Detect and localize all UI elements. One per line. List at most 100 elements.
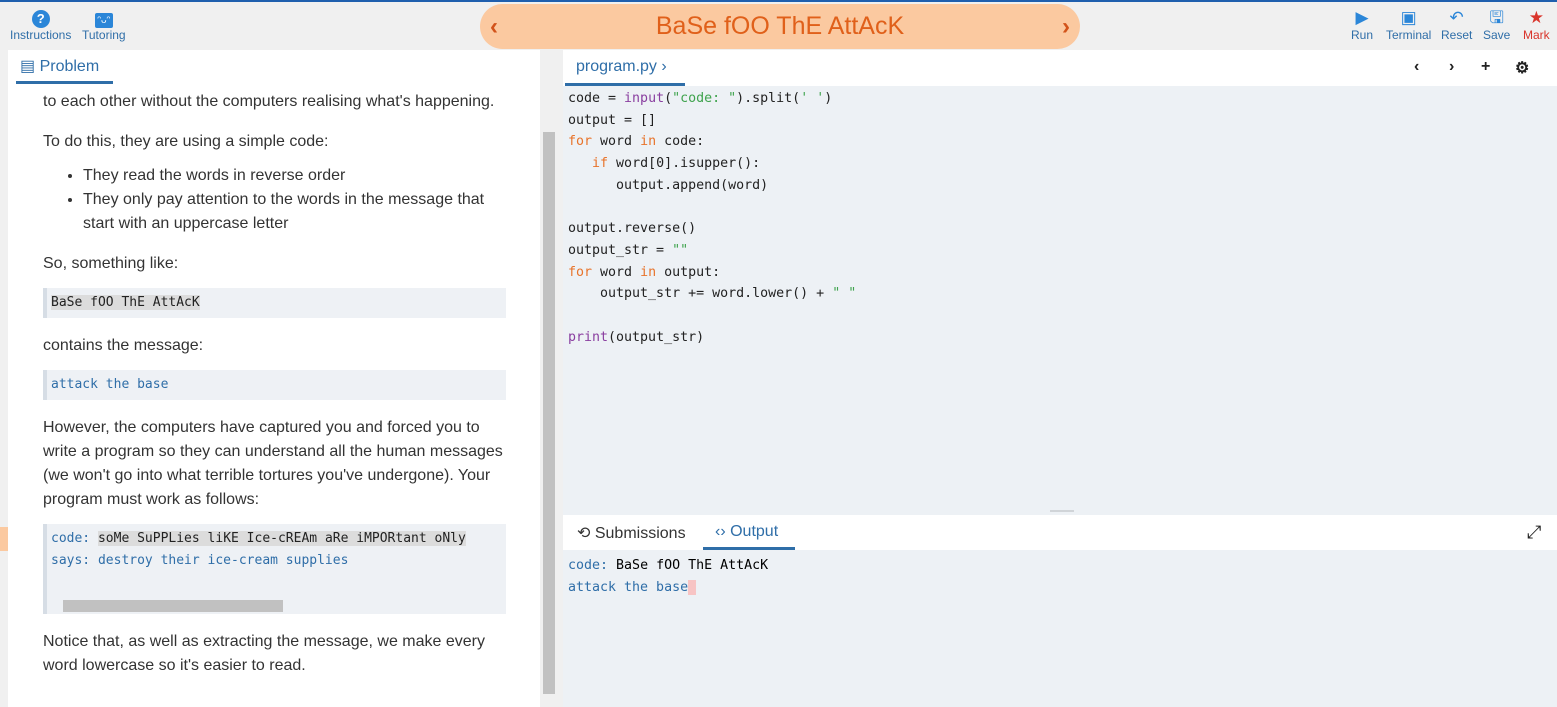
help-icon: ? [10,8,71,28]
tutoring-label: Tutoring [82,28,126,42]
tab-problem-label: Problem [39,58,100,75]
gear-icon[interactable]: ⚙ [1515,58,1529,78]
output-prompt: code: [568,558,617,573]
chevron-right-icon[interactable]: › [1449,58,1454,76]
tutoring-button[interactable]: ᵔᴗᵔ Tutoring [82,8,126,42]
title-banner: ‹ BaSe fOO ThE AttAcK › [480,4,1080,49]
demo-input: soMe SuPPLies liKE Ice-cREAm aRe iMPORta… [97,531,466,546]
run-button[interactable]: ▶ Run [1351,8,1373,42]
star-icon: ★ [1528,8,1544,27]
code-line: output_str += word.lower() + " " [568,283,856,305]
document-icon: ▤ [20,58,40,75]
problem-panel: ▤ Problem to each other without the comp… [8,50,540,707]
code-line: output.append(word) [568,175,856,197]
plus-icon[interactable]: + [1481,58,1490,76]
code-token: ' ' [800,91,825,106]
vertical-scrollbar[interactable] [541,86,556,707]
code-token: word[0].isupper(): [608,156,761,172]
next-problem-icon[interactable]: › [1062,4,1070,49]
code-line: for word in code: [568,131,856,153]
code-line: for word in output: [568,262,856,284]
code-token: ) [824,91,833,106]
chat-icon: ᵔᴗᵔ [82,8,126,28]
code-token: code = [568,91,625,106]
resize-handle[interactable] [1050,510,1074,512]
problem-content: to each other without the computers real… [43,90,506,694]
code-token: in [640,264,657,280]
output-result: attack the base [568,580,689,595]
tab-output-label: Output [730,523,779,540]
mark-button[interactable]: ★ Mark [1523,8,1550,42]
editor-header: program.py › ‹ › + ⚙ [563,50,1557,86]
list-item: They read the words in reverse order [83,164,506,188]
chevron-left-icon[interactable]: ‹ [1414,58,1419,76]
paragraph: contains the message: [43,337,204,354]
output-header: ⟲ Submissions ‹› Output ⤢ [563,515,1557,550]
output-console[interactable]: code: BaSe fOO ThE AttAcK attack the bas… [568,555,768,599]
cursor [688,579,697,595]
chevron-right-icon: › [661,58,667,75]
save-button[interactable]: 🖫 Save [1483,8,1510,42]
tab-submissions-label: Submissions [594,525,686,542]
code-line: output.reverse() [568,218,856,240]
code-token: input [624,91,665,106]
example-output-block: attack the base [43,370,506,400]
output-input: BaSe fOO ThE AttAcK [616,558,769,573]
floppy-icon: 🖫 [1489,8,1504,27]
paragraph: to each other without the computers real… [43,93,495,110]
code-token: word [592,134,641,150]
scrollbar-thumb[interactable] [63,600,283,612]
run-label: Run [1351,28,1374,42]
reset-button[interactable]: ↶ Reset [1441,8,1472,42]
paragraph: However, the computers have captured you… [43,419,503,508]
example-output: attack the base [51,377,169,392]
instructions-label: Instructions [10,28,72,42]
code-token: ).split( [736,91,801,106]
code-token: code: [656,134,705,150]
play-icon: ▶ [1355,8,1369,27]
tab-submissions[interactable]: ⟲ Submissions [577,515,686,550]
code-token: output: [656,264,721,280]
code-token: for [568,134,593,150]
code-line: output = [] [568,110,856,132]
undo-icon: ↶ [1449,8,1464,27]
code-token: (output_str) [608,329,705,345]
terminal-button[interactable]: ▣ Terminal [1386,8,1431,42]
code-line: output_str = "" [568,240,856,262]
prev-problem-icon[interactable]: ‹ [490,4,498,49]
horizontal-scrollbar[interactable] [51,600,502,612]
code-token: "code: " [672,91,737,106]
scrollbar-thumb[interactable] [543,132,555,694]
code-token: output.append(word) [568,177,769,193]
code-editor[interactable]: code = input("code: ").split(' ') output … [568,88,856,348]
code-icon: ‹› [715,523,726,540]
editor-panel: program.py › ‹ › + ⚙ code = input("code:… [563,50,1557,707]
paragraph: Notice that, as well as extracting the m… [43,633,485,674]
code-token: ( [664,91,673,106]
tab-problem[interactable]: ▤ Problem [16,56,113,84]
code-token: output = [] [568,112,657,128]
instructions-button[interactable]: ? Instructions [10,8,71,42]
demo-block: code: soMe SuPPLies liKE Ice-cREAm aRe i… [43,524,506,614]
example-input-block: BaSe fOO ThE AttAcK [43,288,506,318]
mark-label: Mark [1523,28,1550,42]
paragraph: To do this, they are using a simple code… [43,133,329,150]
tab-program-py[interactable]: program.py › [565,50,685,86]
code-token: output_str += word.lower() + [568,286,833,302]
code-token: if [592,156,609,172]
reset-label: Reset [1441,28,1473,42]
terminal-label: Terminal [1386,28,1432,42]
code-token: " " [832,286,857,302]
code-token: "" [672,242,689,258]
code-line: code = input("code: ").split(' ') [568,88,856,110]
code-token: print [568,329,609,345]
example-input: BaSe fOO ThE AttAcK [51,295,200,310]
code-token: output_str = [568,242,673,258]
expand-icon[interactable]: ⤢ [1527,522,1541,543]
tab-output[interactable]: ‹› Output [703,515,795,550]
file-tab-label: program.py [576,58,657,75]
terminal-icon: ▣ [1400,8,1417,27]
